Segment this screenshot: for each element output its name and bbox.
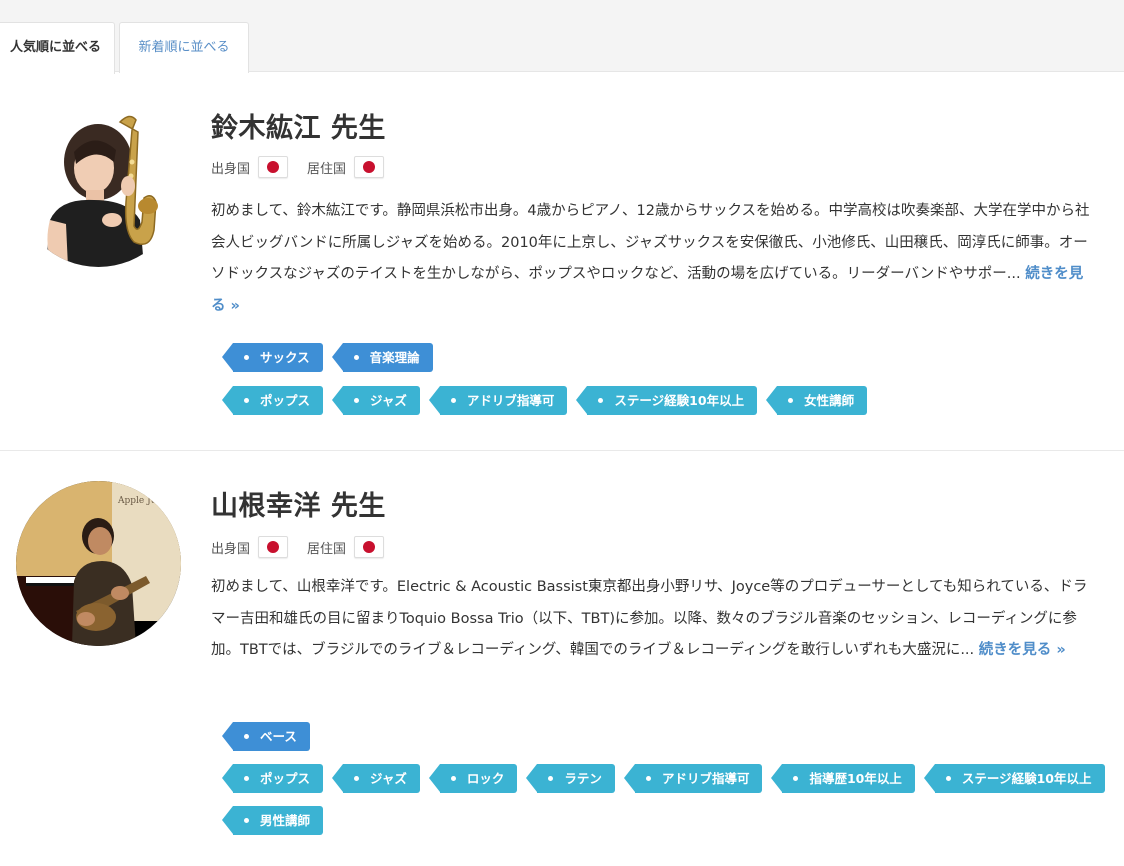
genre-tags: 男性講師 [221, 806, 324, 835]
origin-label: 出身国 [211, 161, 251, 177]
tag-jazz[interactable]: ジャズ [332, 764, 420, 793]
tag-jazz[interactable]: ジャズ [332, 386, 420, 415]
teacher-name[interactable]: 山根幸洋 先生 [211, 484, 386, 523]
teacher-bio: 初めまして、山根幸洋です。Electric & Acoustic Bassist… [211, 572, 1091, 667]
japan-flag-icon [258, 536, 289, 558]
origin-label: 出身国 [211, 541, 251, 557]
tag-latin[interactable]: ラテン [526, 764, 615, 793]
tag-stage-experience[interactable]: ステージ経験10年以上 [576, 386, 758, 415]
instrument-tags: ベース [222, 722, 310, 751]
country-info: 出身国 居住国 [211, 534, 403, 560]
bio-text: 初めまして、山根幸洋です。Electric & Acoustic Bassist… [211, 579, 1088, 658]
tag-stage-experience[interactable]: ステージ経験10年以上 [923, 764, 1105, 793]
teacher-card: 鈴木紘江 先生 出身国 居住国 初めまして、鈴木紘江です。静岡県浜松市出身。4歳… [0, 72, 1124, 451]
teacher-bio: 初めまして、鈴木紘江です。静岡県浜松市出身。4歳からピアノ、12歳からサックスを… [211, 196, 1091, 322]
country-info: 出身国 居住国 [211, 154, 403, 180]
bio-text: 初めまして、鈴木紘江です。静岡県浜松市出身。4歳からピアノ、12歳からサックスを… [211, 203, 1090, 282]
bassist-photo: Apple Juns [16, 481, 181, 646]
tag-teaching-experience[interactable]: 指導歴10年以上 [771, 764, 915, 793]
sort-tab-bar: 人気順に並べる 新着順に並べる [0, 0, 1124, 74]
japan-flag-icon [258, 156, 289, 178]
residence-label: 居住国 [307, 161, 347, 177]
tag-pops[interactable]: ポップス [221, 764, 324, 793]
saxophonist-photo [16, 102, 181, 267]
tag-saxophone[interactable]: サックス [222, 343, 323, 372]
tag-female-teacher[interactable]: 女性講師 [766, 386, 868, 415]
genre-tags: ポップス ジャズ アドリブ指導可 ステージ経験10年以上 女性講師 [221, 386, 868, 415]
tag-music-theory[interactable]: 音楽理論 [331, 343, 433, 372]
teacher-avatar[interactable] [16, 102, 181, 267]
tab-sort-popular[interactable]: 人気順に並べる [0, 22, 115, 74]
tag-adlib[interactable]: アドリブ指導可 [623, 764, 763, 793]
genre-tags: ポップス ジャズ ロック ラテン アドリブ指導可 指導歴10年以上 ステージ経験… [221, 764, 1105, 793]
tag-male-teacher[interactable]: 男性講師 [221, 806, 324, 835]
tab-sort-newest[interactable]: 新着順に並べる [119, 22, 249, 73]
tag-rock[interactable]: ロック [428, 764, 518, 793]
tag-pops[interactable]: ポップス [221, 386, 324, 415]
teacher-name[interactable]: 鈴木紘江 先生 [211, 106, 386, 145]
tag-bass[interactable]: ベース [222, 722, 310, 751]
read-more-link[interactable]: 続きを見る » [979, 642, 1066, 658]
teacher-avatar[interactable]: Apple Juns [16, 481, 181, 646]
instrument-tags: サックス 音楽理論 [222, 343, 433, 372]
japan-flag-icon [354, 536, 385, 558]
tag-adlib[interactable]: アドリブ指導可 [428, 386, 568, 415]
residence-label: 居住国 [307, 541, 347, 557]
svg-text:Apple Juns: Apple Juns [117, 496, 167, 506]
teacher-card: Apple Juns 山根幸洋 先生 出身国 居住国 初めまして、山根幸洋です。… [0, 452, 1124, 866]
japan-flag-icon [354, 156, 385, 178]
